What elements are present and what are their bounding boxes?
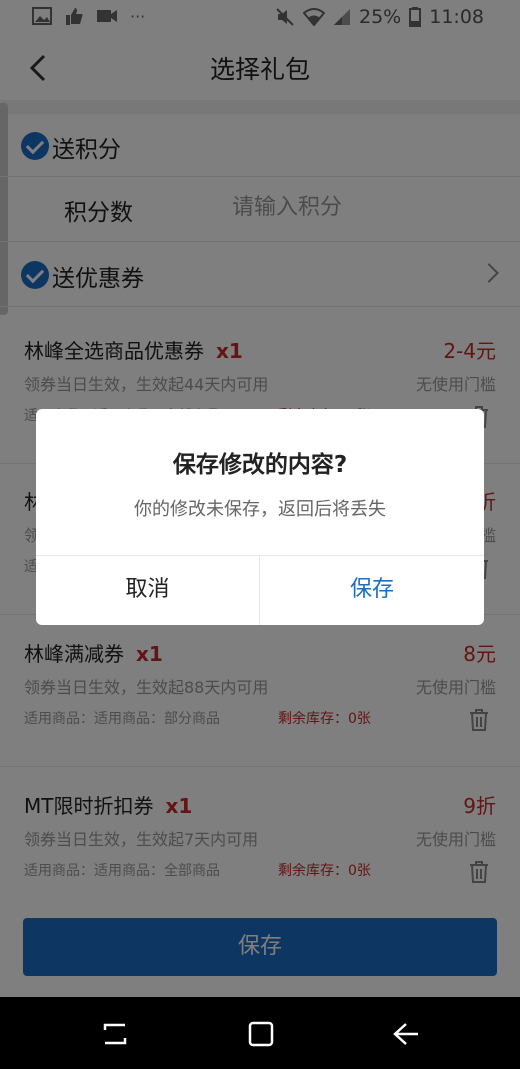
dialog-title: 保存修改的内容?	[172, 452, 348, 478]
confirm-dialog: 保存修改的内容? 你的修改未保存，返回后将丢失 取消 保存	[36, 409, 484, 625]
home-icon[interactable]	[248, 1021, 274, 1047]
back-icon[interactable]	[392, 1021, 420, 1047]
dialog-cancel-button[interactable]: 取消	[36, 555, 259, 625]
dialog-message: 你的修改未保存，返回后将丢失	[134, 499, 386, 520]
system-nav-bar	[0, 997, 520, 1069]
dialog-save-button[interactable]: 保存	[260, 555, 484, 625]
recent-apps-icon[interactable]	[102, 1021, 128, 1047]
